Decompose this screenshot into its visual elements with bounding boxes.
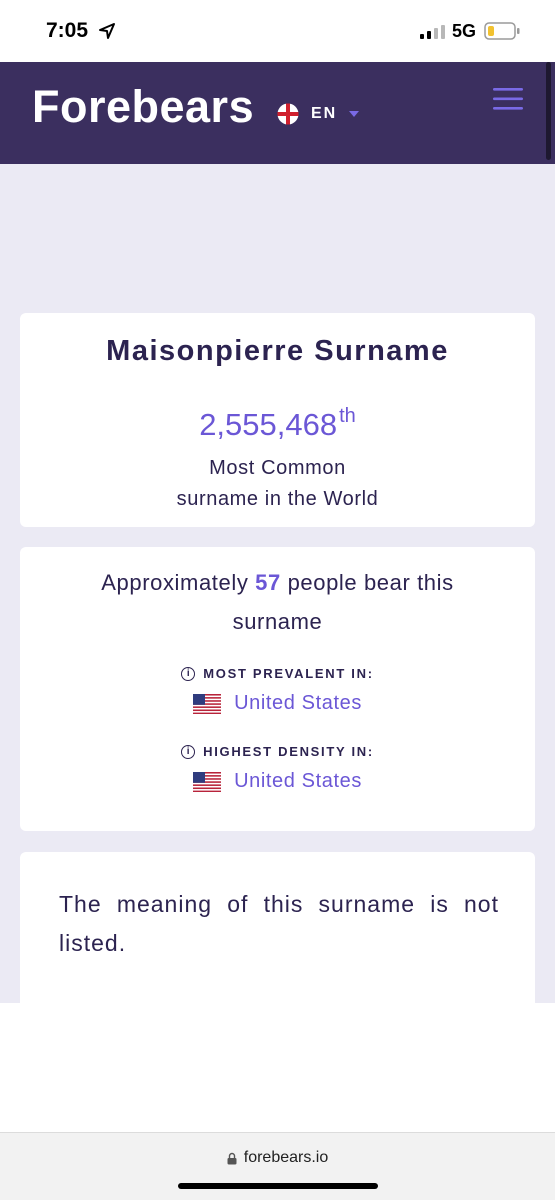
page-content: Maisonpierre Surname 2,555,468 th Most Co… [0, 164, 555, 1003]
highest-density-label-text: HIGHEST DENSITY IN: [203, 744, 374, 759]
population-card: Approximately 57 people bear this surnam… [20, 547, 535, 831]
network-label: 5G [452, 21, 477, 41]
lock-icon [227, 1152, 237, 1164]
us-flag-icon [193, 693, 222, 714]
approx-prefix: Approximately [101, 570, 249, 595]
rank-suffix: th [339, 405, 356, 427]
url-display[interactable]: forebears.io [0, 1149, 555, 1167]
menu-icon[interactable] [493, 88, 523, 110]
info-icon[interactable]: i [181, 666, 196, 681]
status-bar: 7:05 5G [0, 0, 555, 62]
rank-caption-line-1: Most Common [209, 457, 346, 479]
most-prevalent-country-link[interactable]: United States [234, 692, 362, 715]
home-indicator[interactable] [178, 1183, 378, 1189]
page-title: Maisonpierre Surname [106, 335, 449, 367]
rank-caption: Most Common surname in the World [20, 453, 535, 515]
cell-signal-icon [420, 25, 445, 39]
meaning-text: The meaning of this surname is not liste… [59, 891, 499, 956]
surname-rank: 2,555,468 th [20, 405, 535, 443]
site-logo[interactable]: Forebears [32, 81, 254, 133]
chevron-down-icon [349, 111, 360, 117]
battery-icon [484, 22, 520, 40]
browser-address-bar[interactable]: forebears.io [0, 1132, 555, 1200]
meaning-card: The meaning of this surname is not liste… [20, 852, 535, 1003]
us-flag-icon [193, 771, 222, 792]
rank-number: 2,555,468 [199, 407, 338, 442]
site-header: Forebears EN [0, 62, 555, 164]
status-time: 7:05 [46, 19, 89, 42]
surname-summary-card: Maisonpierre Surname 2,555,468 th Most Co… [20, 313, 535, 527]
rank-caption-line-2: surname in the World [176, 488, 379, 510]
bearer-count: 57 [255, 570, 281, 595]
language-selector[interactable]: EN [277, 102, 360, 126]
scrollbar-thumb[interactable] [546, 62, 551, 160]
england-flag-icon [277, 103, 299, 125]
most-prevalent-label-text: MOST PREVALENT IN: [203, 666, 374, 681]
info-icon[interactable]: i [181, 744, 196, 759]
most-prevalent-country: United States [20, 692, 535, 715]
highest-density-country: United States [20, 770, 535, 793]
incidence-text: Approximately 57 people bear this surnam… [60, 563, 495, 641]
language-code: EN [311, 105, 338, 122]
url-text: forebears.io [243, 1149, 329, 1166]
most-prevalent-label: i MOST PREVALENT IN: [20, 666, 535, 681]
location-arrow-icon [99, 23, 115, 39]
highest-density-label: i HIGHEST DENSITY IN: [20, 744, 535, 759]
highest-density-country-link[interactable]: United States [234, 770, 362, 793]
